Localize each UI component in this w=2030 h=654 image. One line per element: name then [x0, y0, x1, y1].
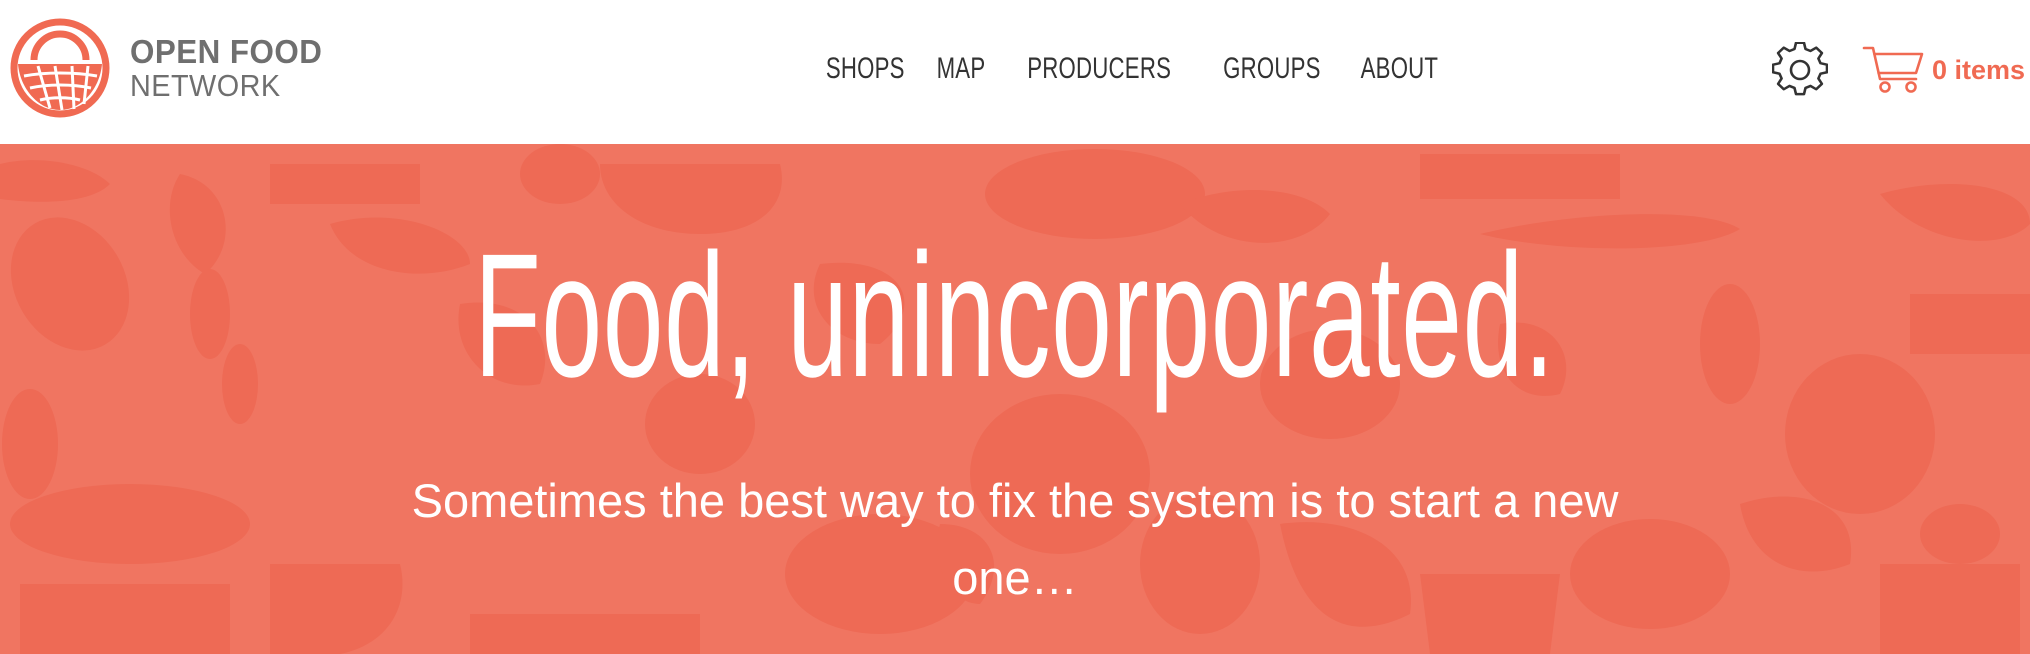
nav-about[interactable]: ABOUT: [1360, 52, 1438, 86]
cart-button[interactable]: 0 items: [1862, 42, 2025, 98]
hero-title-text: Food, unincorporated.: [474, 218, 1556, 414]
logo-line-2: NETWORK: [130, 68, 281, 103]
nav-producers[interactable]: PRODUCERS: [1028, 52, 1172, 86]
logo-wordmark: OPEN FOOD NETWORK: [130, 35, 333, 101]
hero-banner: Food, unincorporated. Sometimes the best…: [0, 144, 2030, 654]
hero-title: Food, unincorporated.: [0, 228, 2030, 404]
main-nav: SHOPS MAP PRODUCERS GROUPS ABOUT: [826, 46, 1438, 92]
cart-icon: [1862, 46, 1924, 93]
logo-link[interactable]: OPEN FOOD NETWORK: [10, 16, 333, 120]
hero-subtitle: Sometimes the best way to fix the system…: [411, 474, 1619, 604]
nav-shops[interactable]: SHOPS: [826, 52, 905, 86]
gear-icon[interactable]: [1772, 42, 1828, 98]
nav-groups[interactable]: GROUPS: [1223, 52, 1321, 86]
nav-map[interactable]: MAP: [936, 52, 985, 86]
site-header: OPEN FOOD NETWORK SHOPS MAP PRODUCERS GR…: [0, 0, 2030, 144]
cart-count: 0 items: [1932, 54, 2026, 85]
logo-line-1: OPEN FOOD: [130, 33, 323, 70]
basket-logo-icon: [10, 18, 110, 118]
